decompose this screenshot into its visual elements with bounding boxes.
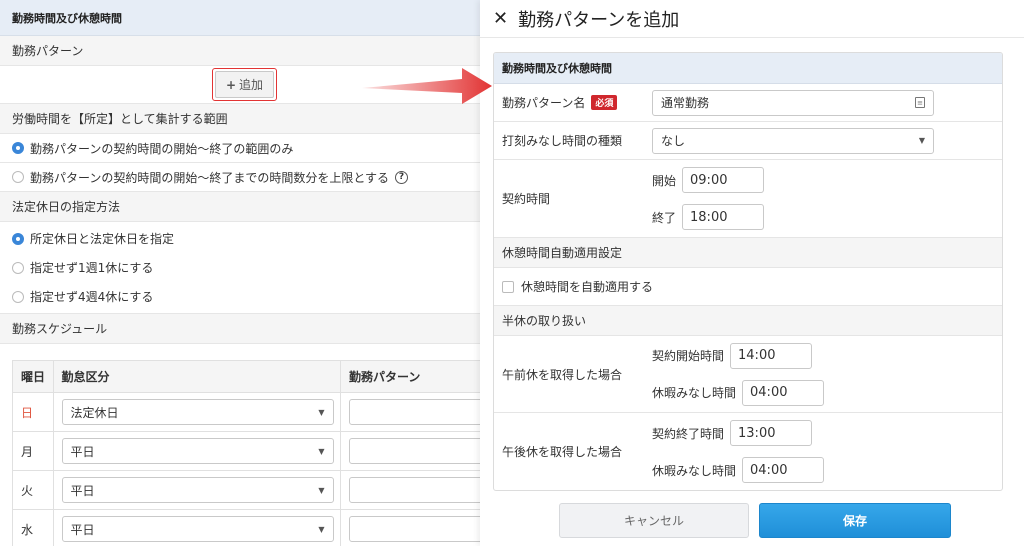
plus-icon: + [225, 77, 237, 92]
holiday-option-3[interactable]: 指定せず4週4休にする [0, 282, 489, 311]
radio-icon[interactable] [12, 290, 24, 303]
table-row: 水 平日 ▼ [12, 509, 490, 546]
select-value: 平日 [70, 444, 95, 459]
pattern-label: 勤務パターン [12, 44, 84, 58]
pattern-name-label: 勤務パターン名 [502, 96, 586, 110]
pattern-select[interactable] [349, 399, 489, 425]
break-section-header: 休憩時間自動適用設定 [494, 238, 1002, 268]
select-value: 平日 [70, 483, 95, 498]
pm-end-time-input[interactable]: 13:00 [730, 420, 813, 446]
end-time-input[interactable]: 18:00 [682, 204, 765, 230]
section-header: 勤務時間及び休憩時間 [0, 0, 489, 36]
day-cell: 火 [12, 470, 54, 510]
pattern-select[interactable] [349, 477, 489, 503]
schedule-heading-label: 勤務スケジュール [12, 322, 108, 336]
half-day-section-header: 半休の取り扱い [494, 306, 1002, 336]
day-cell: 月 [12, 431, 54, 471]
caret-down-icon: ▼ [318, 407, 325, 417]
input-value: 通常勤務 [661, 96, 710, 110]
column-header: 曜日 [12, 360, 54, 393]
am-rest-label: 休暇みなし時間 [652, 386, 737, 400]
pattern-row: 勤務パターン [0, 36, 489, 66]
save-button[interactable]: 保存 [759, 503, 951, 538]
aggregate-heading-label: 労働時間を【所定】として集計する範囲 [12, 112, 228, 126]
table-row: 月 平日 ▼ [12, 431, 490, 471]
auto-break-label: 休憩時間を自動適用する [521, 280, 654, 294]
stamp-type-label: 打刻みなし時間の種類 [502, 134, 623, 148]
pattern-name-input[interactable]: 通常勤務 ≡ [652, 89, 934, 116]
panel-header: ✕ 勤務パターンを追加 [480, 0, 1024, 38]
am-off-label: 午前休を取得した場合 [502, 367, 623, 382]
am-rest-time-input[interactable]: 04:00 [742, 379, 825, 406]
cancel-button[interactable]: キャンセル [559, 503, 749, 538]
aggregate-option-2[interactable]: 勤務パターンの契約時間の開始〜終了までの時間数分を上限とする ? [0, 163, 489, 192]
stamp-type-select[interactable]: なし ▼ [652, 127, 934, 154]
add-pattern-button[interactable]: + 追加 [211, 68, 278, 101]
holiday-option-1[interactable]: 所定休日と法定休日を指定 [0, 224, 489, 253]
select-value: なし [661, 134, 686, 148]
table-header-row: 曜日 勤怠区分 勤務パターン [12, 360, 490, 393]
caret-down-icon: ▼ [318, 485, 325, 495]
attendance-type-select[interactable]: 平日 ▼ [61, 438, 334, 464]
holiday-heading-label: 法定休日の指定方法 [12, 200, 121, 214]
radio-selected-icon[interactable] [12, 232, 24, 245]
caret-down-icon: ▼ [918, 136, 925, 145]
close-icon[interactable]: ✕ [493, 8, 508, 29]
pm-rest-time-input[interactable]: 04:00 [742, 457, 825, 483]
pattern-name-row: 勤務パターン名 必須 通常勤務 ≡ [494, 84, 1002, 122]
attendance-type-select[interactable]: 平日 ▼ [61, 477, 334, 503]
add-pattern-panel: ✕ 勤務パターンを追加 勤務時間及び休憩時間 勤務パターン名 必須 通常勤務 ≡… [480, 0, 1024, 546]
pointer-arrow-icon [362, 68, 492, 104]
help-icon[interactable]: ? [395, 170, 409, 184]
form-section-header: 勤務時間及び休憩時間 [494, 53, 1002, 84]
aggregate-option-label: 勤務パターンの契約時間の開始〜終了までの時間数分を上限とする [30, 170, 390, 185]
caret-down-icon: ▼ [318, 524, 325, 534]
pm-off-label: 午後休を取得した場合 [502, 445, 623, 459]
day-cell: 日 [12, 392, 54, 432]
select-value: 法定休日 [70, 405, 119, 420]
aggregate-option-label: 勤務パターンの契約時間の開始〜終了の範囲のみ [30, 141, 294, 156]
start-time-input[interactable]: 09:00 [682, 167, 765, 193]
auto-break-checkbox[interactable] [502, 280, 514, 293]
aggregate-option-1[interactable]: 勤務パターンの契約時間の開始〜終了の範囲のみ [0, 134, 489, 163]
contact-card-icon: ≡ [915, 97, 925, 108]
pattern-select[interactable] [349, 516, 489, 542]
pm-end-label: 契約終了時間 [652, 426, 725, 441]
table-row: 火 平日 ▼ [12, 470, 490, 510]
attendance-type-select[interactable]: 平日 ▼ [61, 516, 334, 542]
panel-title: 勤務パターンを追加 [518, 9, 680, 31]
am-off-row: 午前休を取得した場合 契約開始時間 14:00 休暇みなし時間 04:00 [494, 336, 1002, 413]
table-row: 日 法定休日 ▼ [12, 392, 490, 432]
pm-off-row: 午後休を取得した場合 契約終了時間 13:00 休暇みなし時間 04:00 [494, 413, 1002, 490]
auto-break-row[interactable]: 休憩時間を自動適用する [494, 268, 1002, 306]
holiday-option-label: 所定休日と法定休日を指定 [30, 232, 175, 246]
pattern-select[interactable] [349, 438, 489, 464]
pm-rest-label: 休暇みなし時間 [652, 463, 737, 478]
holiday-option-label: 指定せず4週4休にする [30, 290, 154, 304]
required-badge: 必須 [591, 95, 618, 110]
caret-down-icon: ▼ [318, 446, 325, 456]
am-start-label: 契約開始時間 [652, 349, 725, 363]
holiday-heading: 法定休日の指定方法 [0, 192, 489, 222]
am-start-time-input[interactable]: 14:00 [730, 342, 813, 369]
day-cell: 水 [12, 509, 54, 546]
radio-selected-icon[interactable] [12, 142, 24, 154]
radio-icon[interactable] [12, 171, 24, 183]
add-button-label: 追加 [239, 78, 264, 92]
end-label: 終了 [652, 210, 677, 225]
radio-icon[interactable] [12, 261, 24, 274]
column-header: 勤務パターン [340, 360, 490, 393]
start-label: 開始 [652, 173, 677, 188]
stamp-type-row: 打刻みなし時間の種類 なし ▼ [494, 122, 1002, 160]
holiday-option-2[interactable]: 指定せず1週1休にする [0, 253, 489, 282]
contract-time-label: 契約時間 [502, 192, 551, 206]
column-header: 勤怠区分 [52, 360, 341, 393]
attendance-type-select[interactable]: 法定休日 ▼ [61, 399, 334, 425]
select-value: 平日 [70, 522, 95, 537]
schedule-heading: 勤務スケジュール [0, 314, 489, 344]
schedule-table: 曜日 勤怠区分 勤務パターン 日 法定休日 ▼ 月 平日 ▼ 火 平日 ▼ 水 平日 ▼ [12, 360, 490, 546]
contract-time-row: 契約時間 開始 09:00 終了 18:00 [494, 160, 1002, 238]
holiday-option-label: 指定せず1週1休にする [30, 261, 154, 275]
pattern-form: 勤務時間及び休憩時間 勤務パターン名 必須 通常勤務 ≡ 打刻みなし時間の種類 … [493, 52, 1003, 491]
